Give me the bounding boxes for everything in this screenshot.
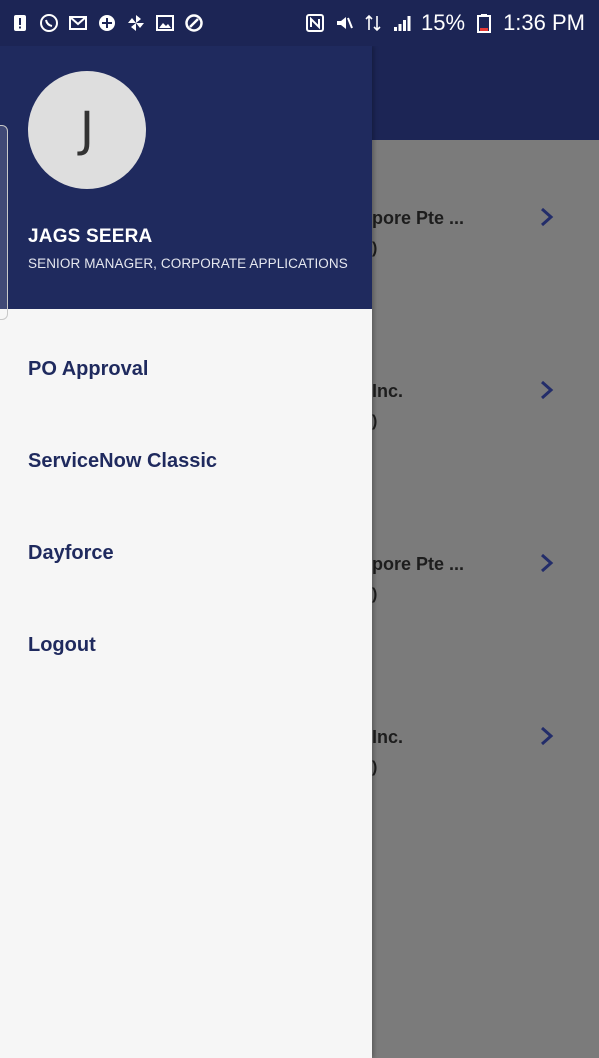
list-item-title: pore Pte ...	[372, 554, 465, 574]
chevron-right-icon	[538, 725, 556, 747]
list-item-title: Inc.	[372, 381, 404, 401]
menu-item-servicenow-classic[interactable]: ServiceNow Classic	[28, 441, 348, 481]
list-item: pore Pte ... )	[372, 206, 599, 328]
battery-percent: 15%	[421, 10, 466, 35]
list-item-subtitle: )	[372, 586, 378, 603]
list-item: Inc. )	[372, 379, 599, 501]
list-item: pore Pte ... )	[372, 552, 599, 674]
status-bar: 15% 1:36 PM	[0, 0, 599, 46]
whatsapp-icon	[39, 13, 59, 33]
sync-icon	[184, 13, 204, 33]
user-name: JAGS SEERA	[28, 226, 153, 247]
chevron-right-icon	[538, 379, 556, 401]
list-item-subtitle: )	[372, 240, 378, 257]
list-item-subtitle: )	[372, 759, 378, 776]
clock: 1:36 PM	[503, 10, 585, 35]
list-item-title: Inc.	[372, 727, 404, 747]
drawer-header: J JAGS SEERA SENIOR MANAGER, CORPORATE A…	[0, 46, 372, 309]
drawer-edge-handle[interactable]	[0, 125, 8, 320]
battery-icon	[474, 13, 494, 33]
plus-circle-icon	[97, 13, 117, 33]
list-item-subtitle: )	[372, 413, 378, 430]
signal-icon	[392, 13, 412, 33]
menu-item-logout[interactable]: Logout	[28, 625, 348, 665]
gmail-icon	[68, 13, 88, 33]
pinwheel-icon	[126, 13, 146, 33]
status-bar-system: 15% 1:36 PM	[305, 12, 585, 34]
mute-icon	[334, 13, 354, 33]
avatar: J	[28, 71, 146, 189]
alert-icon	[10, 13, 30, 33]
data-icon	[363, 13, 383, 33]
image-icon	[155, 13, 175, 33]
list-item-title: pore Pte ...	[372, 208, 465, 228]
list-item: Inc. )	[372, 725, 599, 847]
chevron-right-icon	[538, 206, 556, 228]
navigation-drawer: J JAGS SEERA SENIOR MANAGER, CORPORATE A…	[0, 46, 372, 1058]
status-bar-notifications	[10, 13, 204, 33]
user-job-title: SENIOR MANAGER, CORPORATE APPLICATIONS	[28, 256, 348, 271]
nfc-icon	[305, 13, 325, 33]
chevron-right-icon	[538, 552, 556, 574]
menu-item-dayforce[interactable]: Dayforce	[28, 533, 348, 573]
menu-item-po-approval[interactable]: PO Approval	[28, 349, 348, 389]
